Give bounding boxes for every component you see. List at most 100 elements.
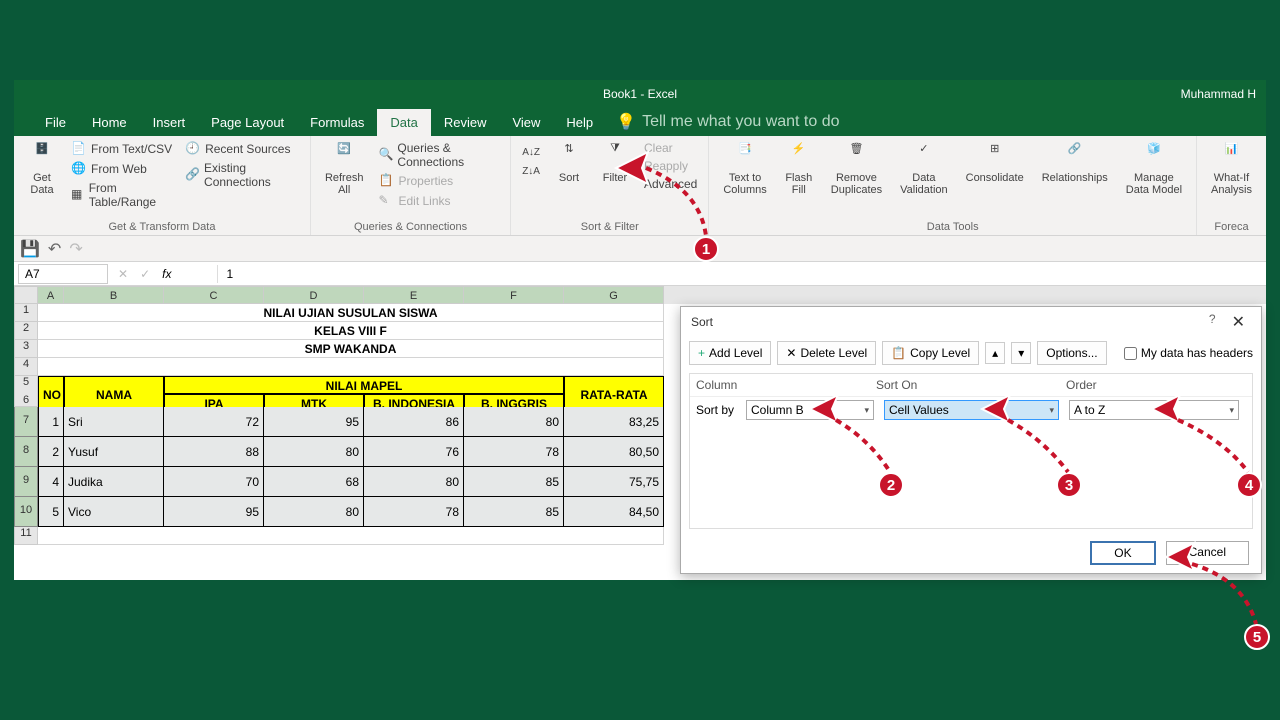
enter-formula-icon[interactable]: ✓ bbox=[134, 267, 156, 281]
chevron-down-icon: ▾ bbox=[1049, 405, 1054, 416]
from-web-button[interactable]: 🌐From Web bbox=[68, 160, 150, 178]
whatif-icon: 📊 bbox=[1218, 142, 1246, 170]
title-row-2[interactable]: KELAS VIII F bbox=[38, 322, 664, 340]
tab-page-layout[interactable]: Page Layout bbox=[198, 109, 297, 136]
manage-data-model-button[interactable]: 🧊Manage Data Model bbox=[1120, 140, 1188, 198]
database-icon: 🗄️ bbox=[28, 142, 56, 170]
tab-review[interactable]: Review bbox=[431, 109, 500, 136]
select-all-triangle[interactable] bbox=[14, 286, 38, 304]
col-C[interactable]: C bbox=[164, 286, 264, 304]
redo-button[interactable]: ↷ bbox=[69, 239, 82, 259]
row-7[interactable]: 7 bbox=[14, 407, 38, 437]
sort-za-button[interactable]: Z↓A bbox=[519, 165, 543, 178]
name-box[interactable]: A7 bbox=[18, 264, 108, 284]
sorton-combo[interactable]: Cell Values▾ bbox=[884, 400, 1059, 420]
tab-view[interactable]: View bbox=[499, 109, 553, 136]
tab-help[interactable]: Help bbox=[553, 109, 606, 136]
col-F[interactable]: F bbox=[464, 286, 564, 304]
remove-duplicates-button[interactable]: 🗑Remove Duplicates bbox=[825, 140, 888, 198]
sort-az-button[interactable]: A↓Z bbox=[519, 146, 543, 159]
plus-icon: + bbox=[698, 346, 705, 360]
clear-filter-button[interactable]: Clear bbox=[641, 140, 676, 156]
save-button[interactable]: 💾 bbox=[20, 239, 40, 259]
text-to-columns-button[interactable]: 📑Text to Columns bbox=[717, 140, 772, 198]
from-textcsv-button[interactable]: 📄From Text/CSV bbox=[68, 140, 175, 158]
col-D[interactable]: D bbox=[264, 286, 364, 304]
sortby-combo[interactable]: Column B▾ bbox=[746, 400, 874, 420]
ok-button[interactable]: OK bbox=[1090, 541, 1155, 565]
tab-insert[interactable]: Insert bbox=[140, 109, 199, 136]
queries-connections-button[interactable]: 🔍Queries & Connections bbox=[375, 140, 502, 170]
queries-icon: 🔍 bbox=[378, 147, 393, 163]
title-bar: Book1 - Excel Muhammad H bbox=[14, 80, 1266, 108]
close-icon[interactable]: ✕ bbox=[1226, 312, 1251, 332]
col-A[interactable]: A bbox=[38, 286, 64, 304]
advanced-filter-button[interactable]: Advanced bbox=[641, 176, 700, 192]
copy-level-button[interactable]: 📋Copy Level bbox=[882, 341, 979, 365]
from-table-button[interactable]: ▦From Table/Range bbox=[68, 180, 176, 210]
row-8[interactable]: 8 bbox=[14, 437, 38, 467]
relationships-button[interactable]: 🔗Relationships bbox=[1036, 140, 1114, 186]
tab-home[interactable]: Home bbox=[79, 109, 140, 136]
sort-button[interactable]: ⇅ Sort bbox=[549, 140, 589, 186]
group-label-data-tools: Data Tools bbox=[717, 219, 1188, 233]
row-2[interactable]: 2 bbox=[14, 322, 38, 340]
title-row-1[interactable]: NILAI UJIAN SUSULAN SISWA bbox=[38, 304, 664, 322]
properties-button[interactable]: 📋Properties bbox=[375, 172, 456, 190]
whatif-button[interactable]: 📊What-If Analysis bbox=[1205, 140, 1258, 198]
ribbon-content: 🗄️ Get Data 📄From Text/CSV 🌐From Web ▦Fr… bbox=[14, 136, 1266, 236]
row-10[interactable]: 10 bbox=[14, 497, 38, 527]
col-E[interactable]: E bbox=[364, 286, 464, 304]
title-row-3[interactable]: SMP WAKANDA bbox=[38, 340, 664, 358]
tab-file[interactable]: File bbox=[32, 109, 79, 136]
formula-content[interactable]: 1 bbox=[217, 265, 241, 283]
row-3[interactable]: 3 bbox=[14, 340, 38, 358]
filter-button[interactable]: ⧩ Filter bbox=[595, 140, 635, 186]
undo-button[interactable]: ↶ bbox=[48, 239, 61, 259]
reapply-button[interactable]: Reapply bbox=[641, 158, 691, 174]
flash-fill-button[interactable]: ⚡Flash Fill bbox=[779, 140, 819, 198]
row-9[interactable]: 9 bbox=[14, 467, 38, 497]
consolidate-icon: ⊞ bbox=[981, 142, 1009, 170]
data-validation-button[interactable]: ✓Data Validation bbox=[894, 140, 954, 198]
user-name: Muhammad H bbox=[1181, 87, 1256, 101]
options-button[interactable]: Options... bbox=[1037, 341, 1106, 365]
col-B[interactable]: B bbox=[64, 286, 164, 304]
chevron-down-icon: ▾ bbox=[1229, 405, 1234, 416]
help-icon[interactable]: ? bbox=[1209, 312, 1216, 332]
refresh-icon: 🔄 bbox=[330, 142, 358, 170]
refresh-all-button[interactable]: 🔄 Refresh All bbox=[319, 140, 370, 198]
group-label-queries: Queries & Connections bbox=[319, 219, 502, 233]
row-11[interactable]: 11 bbox=[14, 527, 38, 545]
edit-links-button[interactable]: ✎Edit Links bbox=[375, 192, 453, 210]
headers-checkbox[interactable] bbox=[1124, 347, 1137, 360]
tab-formulas[interactable]: Formulas bbox=[297, 109, 377, 136]
col-G[interactable]: G bbox=[564, 286, 664, 304]
fx-icon[interactable]: fx bbox=[156, 267, 177, 281]
text-columns-icon: 📑 bbox=[731, 142, 759, 170]
properties-icon: 📋 bbox=[378, 173, 394, 189]
row-1[interactable]: 1 bbox=[14, 304, 38, 322]
order-combo[interactable]: A to Z▾ bbox=[1069, 400, 1239, 420]
annotation-5: 5 bbox=[1244, 624, 1270, 650]
get-data-button[interactable]: 🗄️ Get Data bbox=[22, 140, 62, 198]
add-level-button[interactable]: +Add Level bbox=[689, 341, 771, 365]
row-6[interactable]: 6 bbox=[14, 394, 38, 407]
delete-level-button[interactable]: ✕Delete Level bbox=[777, 341, 876, 365]
move-down-button[interactable]: ▾ bbox=[1011, 342, 1031, 364]
copy-icon: 📋 bbox=[891, 346, 906, 360]
move-up-button[interactable]: ▴ bbox=[985, 342, 1005, 364]
recent-sources-button[interactable]: 🕘Recent Sources bbox=[182, 140, 293, 158]
row-4[interactable]: 4 bbox=[14, 358, 38, 376]
existing-connections-button[interactable]: 🔗Existing Connections bbox=[182, 160, 302, 190]
my-data-has-headers[interactable]: My data has headers bbox=[1124, 346, 1253, 360]
group-label-get-transform: Get & Transform Data bbox=[22, 219, 302, 233]
tab-data[interactable]: Data bbox=[377, 109, 430, 136]
hdr-nilai-mapel[interactable]: NILAI MAPEL bbox=[164, 376, 564, 394]
chevron-down-icon: ▾ bbox=[864, 405, 869, 416]
cancel-formula-icon[interactable]: ✕ bbox=[112, 267, 134, 281]
cancel-button[interactable]: Cancel bbox=[1166, 541, 1249, 565]
tell-me-search[interactable]: 💡 Tell me what you want to do bbox=[616, 112, 839, 132]
dialog-title: Sort bbox=[691, 315, 713, 329]
consolidate-button[interactable]: ⊞Consolidate bbox=[960, 140, 1030, 186]
